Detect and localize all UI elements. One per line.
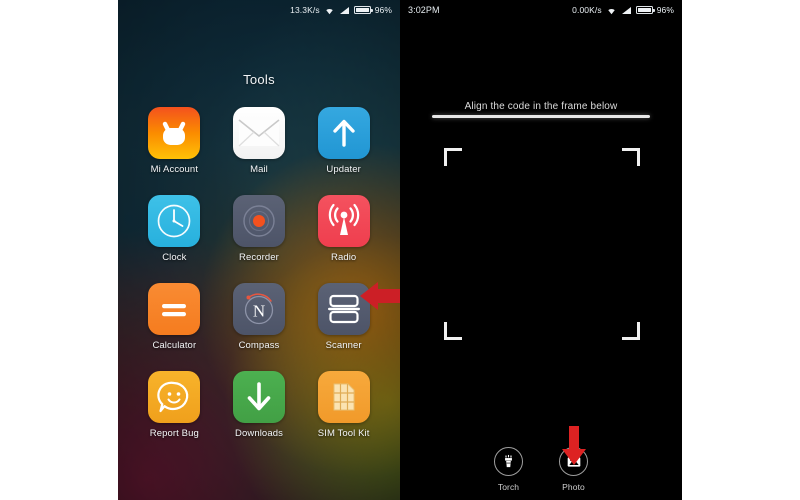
network-speed-text: 13.3K/s xyxy=(290,5,320,15)
frame-corner-top-left xyxy=(444,148,462,166)
report-bug-icon[interactable] xyxy=(148,371,201,423)
scanner-viewfinder-frame xyxy=(444,148,640,340)
torch-icon xyxy=(505,454,512,468)
app-label: Calculator xyxy=(152,340,197,351)
app-label: Clock xyxy=(162,252,187,263)
record-dot-glyph xyxy=(243,205,275,237)
app-clock[interactable]: Clock xyxy=(132,195,217,263)
app-label: Scanner xyxy=(325,340,362,351)
app-label: Mail xyxy=(250,164,268,175)
compass-icon[interactable]: N xyxy=(232,283,285,335)
right-status-bar: 3:02PM 0.00K/s 96% xyxy=(400,0,682,20)
right-phone-screen: 3:02PM 0.00K/s 96% Align the code in the… xyxy=(400,0,682,500)
app-label: Updater xyxy=(326,164,361,175)
app-label: Compass xyxy=(238,340,280,351)
app-radio[interactable]: Radio xyxy=(301,195,386,263)
battery-icon xyxy=(635,6,655,14)
scan-hint-text: Align the code in the frame below xyxy=(464,101,618,112)
sim-tool-kit-icon[interactable] xyxy=(317,371,370,423)
frame-corner-top-right xyxy=(622,148,640,166)
battery-percent-text: 96% xyxy=(374,5,392,15)
mi-account-icon[interactable] xyxy=(148,107,201,159)
wifi-icon xyxy=(607,8,615,14)
frame-corner-bottom-left xyxy=(444,322,462,340)
scan-line xyxy=(432,115,650,118)
screenshot-stage: 13.3K/s 96% Tools Mi Account Mail Update… xyxy=(0,0,800,500)
app-grid: Mi Account Mail Updater Clock Recorder R… xyxy=(132,107,386,439)
torch-button[interactable]: Torch xyxy=(494,447,523,492)
battery-icon xyxy=(353,6,373,14)
radio-icon[interactable] xyxy=(317,195,370,247)
app-label: Report Bug xyxy=(149,428,199,439)
left-phone-screen: 13.3K/s 96% Tools Mi Account Mail Update… xyxy=(118,0,400,500)
app-label: SIM Tool Kit xyxy=(317,428,370,439)
downloads-icon[interactable] xyxy=(232,371,285,423)
wifi-icon xyxy=(325,8,333,14)
signal-icon xyxy=(339,6,349,14)
clock-face-glyph xyxy=(157,204,191,238)
battery-percent-text: 96% xyxy=(656,5,674,15)
battery-fill xyxy=(355,8,369,12)
status-bar-indicators: 0.00K/s 96% xyxy=(572,5,674,15)
network-speed-text: 0.00K/s xyxy=(572,5,602,15)
clock-text: 3:02PM xyxy=(408,5,440,15)
up-arrow-glyph xyxy=(332,119,355,147)
photo-button[interactable]: Photo xyxy=(559,426,588,492)
app-label: Radio xyxy=(330,252,357,263)
app-recorder[interactable]: Recorder xyxy=(217,195,302,263)
app-label: Downloads xyxy=(235,428,283,439)
frame-corner-bottom-right xyxy=(622,322,640,340)
app-compass[interactable]: N Compass xyxy=(217,283,302,351)
equals-glyph xyxy=(162,304,187,317)
mail-icon[interactable] xyxy=(232,107,285,159)
left-status-bar: 13.3K/s 96% xyxy=(118,0,400,20)
compass-north-glyph: N xyxy=(244,293,274,325)
clock-icon[interactable] xyxy=(148,195,201,247)
annotation-arrow-photo xyxy=(561,426,586,465)
folder-title: Tools xyxy=(243,72,275,87)
app-downloads[interactable]: Downloads xyxy=(217,371,302,439)
photo-label: Photo xyxy=(562,482,585,492)
sim-chip-glyph xyxy=(333,383,355,411)
app-calculator[interactable]: Calculator xyxy=(132,283,217,351)
updater-icon[interactable] xyxy=(317,107,370,159)
app-mi-account[interactable]: Mi Account xyxy=(132,107,217,175)
smiley-bubble-glyph xyxy=(157,381,189,413)
scanner-bottom-toolbar: Torch Photo xyxy=(400,426,682,492)
annotation-arrow-scanner xyxy=(360,282,400,310)
signal-icon xyxy=(621,6,631,14)
radio-waves-glyph xyxy=(328,203,359,235)
app-mail[interactable]: Mail xyxy=(217,107,302,175)
app-label: Recorder xyxy=(239,252,279,263)
calculator-icon[interactable] xyxy=(148,283,201,335)
torch-label: Torch xyxy=(497,482,520,492)
mi-bunny-glyph xyxy=(163,121,186,145)
app-updater[interactable]: Updater xyxy=(301,107,386,175)
status-bar-indicators: 13.3K/s 96% xyxy=(290,5,392,15)
svg-text:N: N xyxy=(253,302,265,321)
app-label: Mi Account xyxy=(150,164,199,175)
app-report-bug[interactable]: Report Bug xyxy=(132,371,217,439)
down-arrow-glyph xyxy=(247,382,271,411)
envelope-glyph xyxy=(238,119,280,147)
torch-button-circle[interactable] xyxy=(494,447,523,476)
recorder-icon[interactable] xyxy=(232,195,285,247)
battery-fill xyxy=(637,8,651,12)
app-sim-tool-kit[interactable]: SIM Tool Kit xyxy=(301,371,386,439)
